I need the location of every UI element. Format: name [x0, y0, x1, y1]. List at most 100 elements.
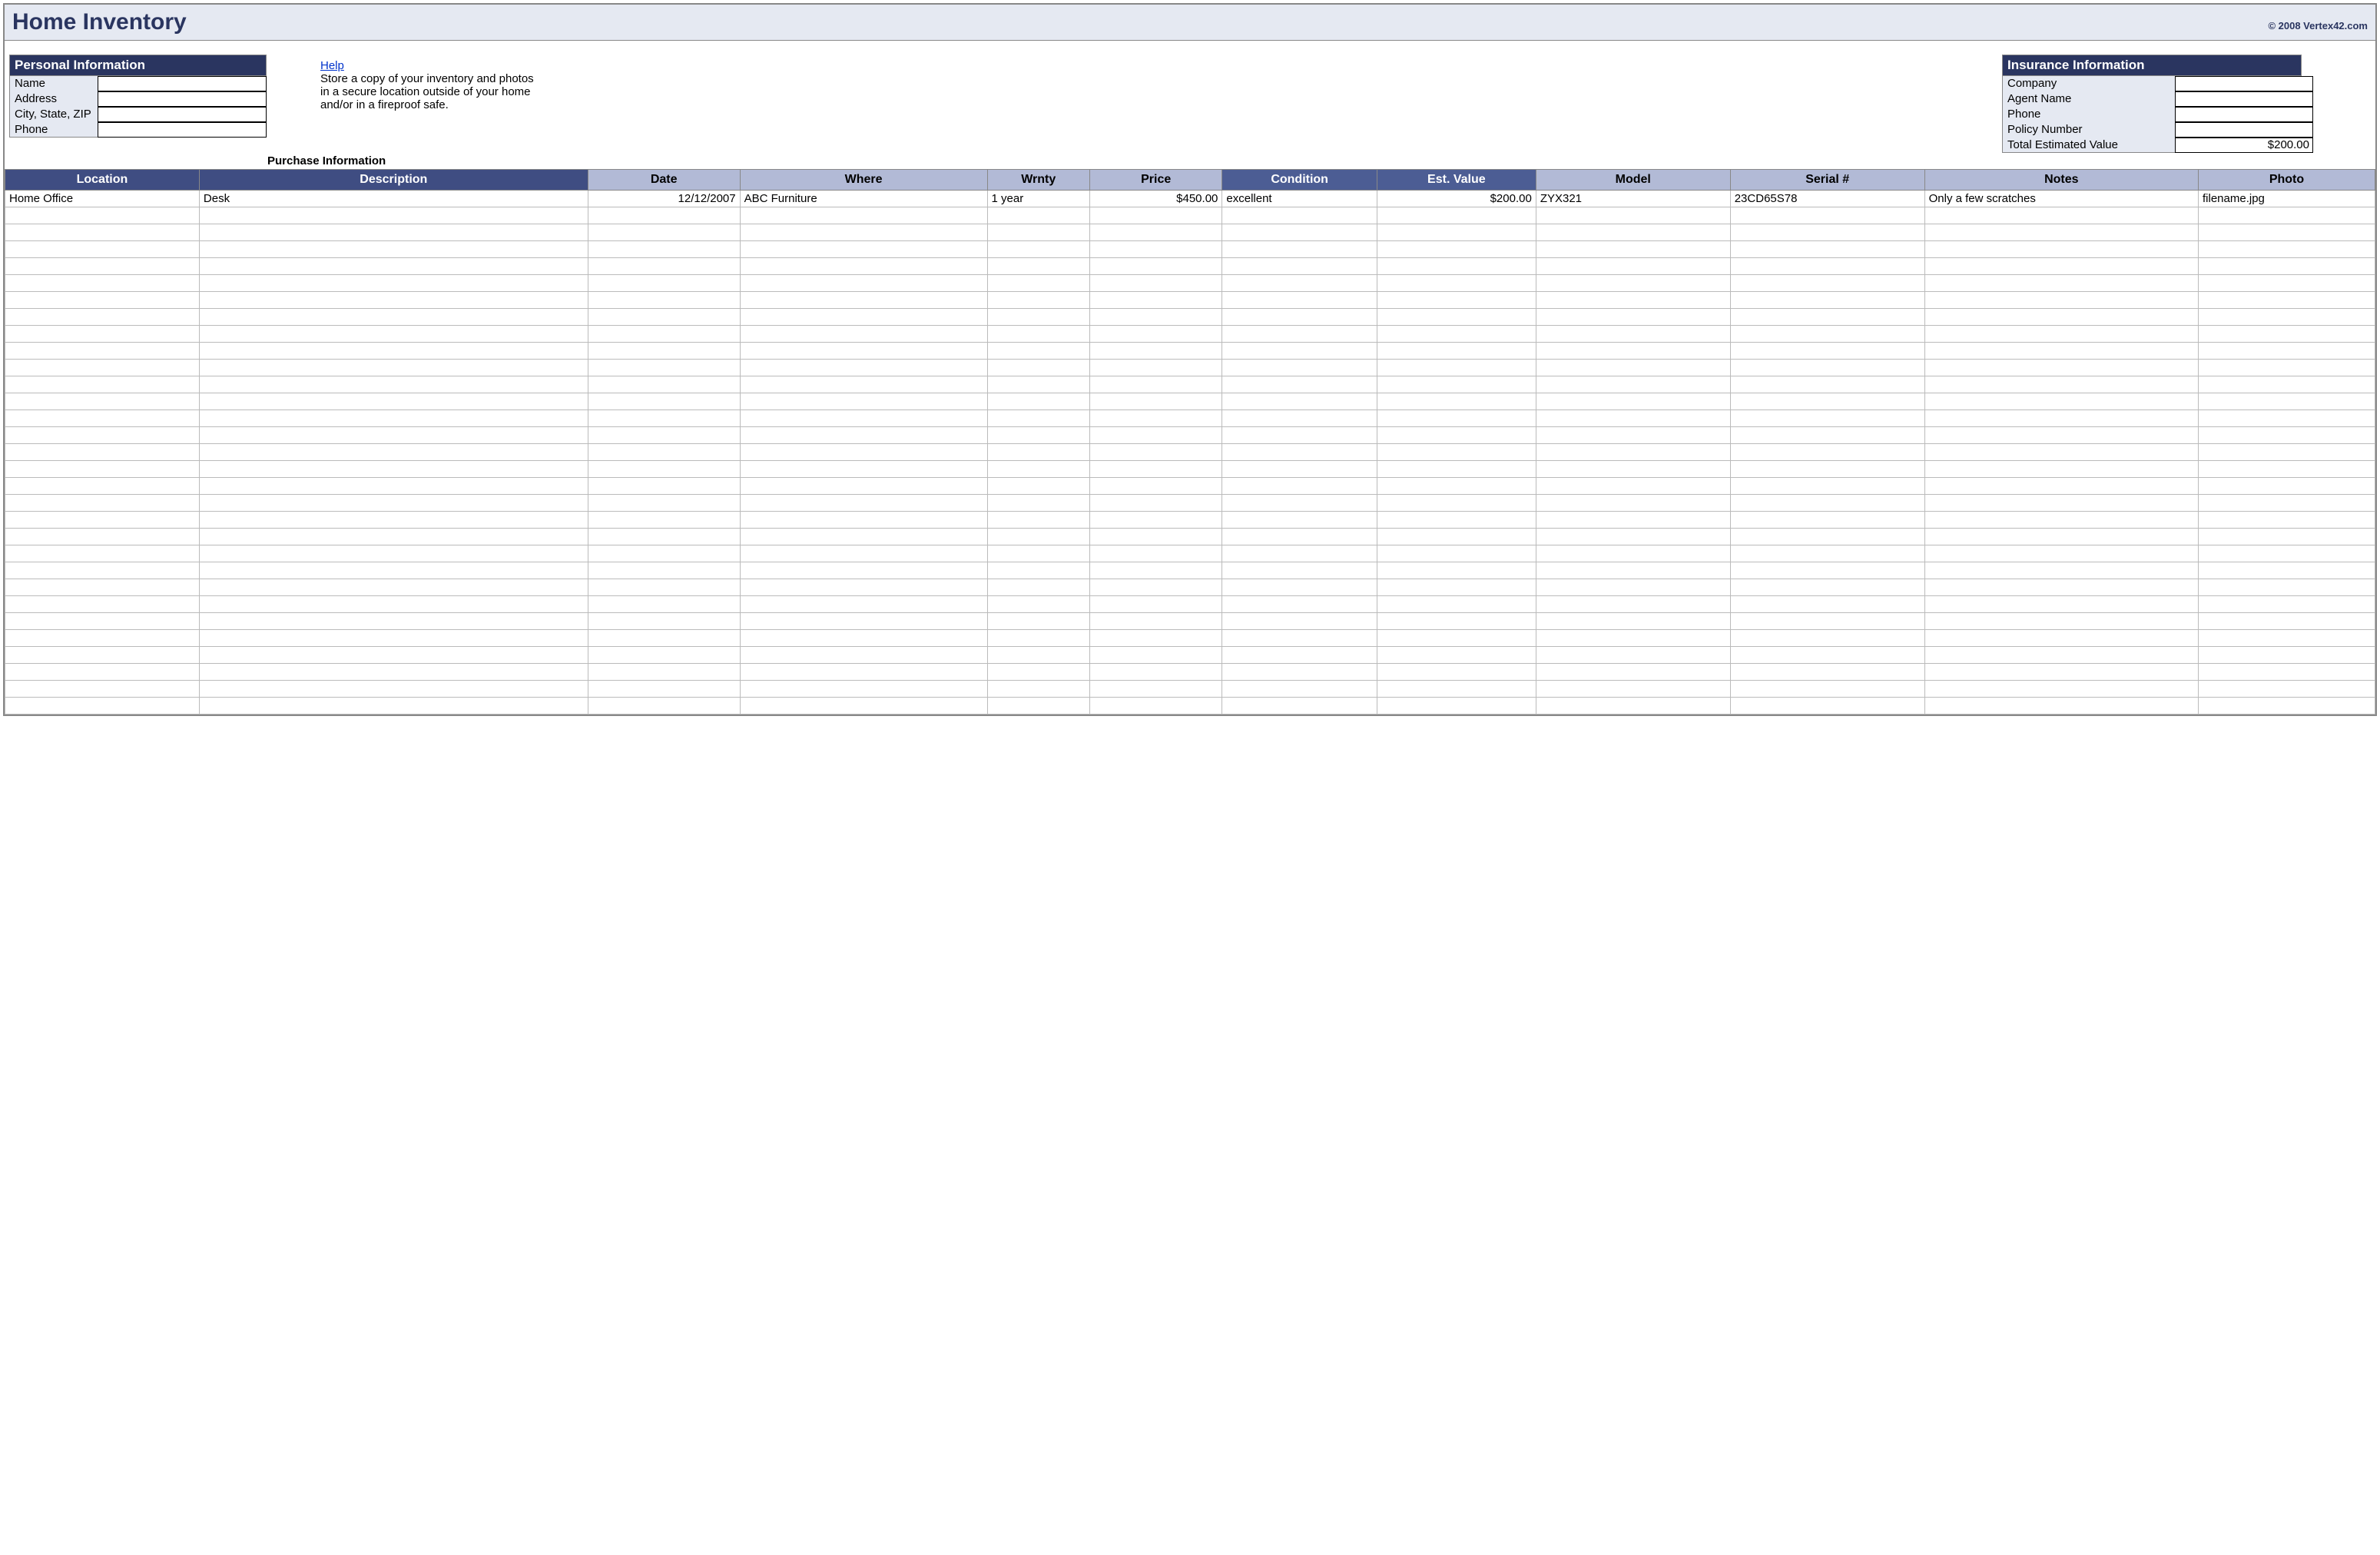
cell-wrnty[interactable]	[987, 343, 1089, 360]
cell-condition[interactable]	[1222, 376, 1377, 393]
cell-description[interactable]	[199, 241, 588, 258]
cell-model[interactable]	[1536, 309, 1730, 326]
cell-location[interactable]	[5, 427, 200, 444]
cell-date[interactable]	[588, 512, 740, 529]
cell-where[interactable]	[740, 681, 987, 698]
cell-serial[interactable]	[1730, 427, 1924, 444]
cell-wrnty[interactable]	[987, 224, 1089, 241]
cell-condition[interactable]	[1222, 613, 1377, 630]
cell-condition[interactable]	[1222, 529, 1377, 545]
cell-condition[interactable]	[1222, 343, 1377, 360]
cell-est_value[interactable]	[1377, 343, 1536, 360]
cell-where[interactable]	[740, 647, 987, 664]
cell-model[interactable]	[1536, 444, 1730, 461]
cell-date[interactable]	[588, 393, 740, 410]
cell-notes[interactable]	[1924, 343, 2198, 360]
cell-description[interactable]	[199, 698, 588, 715]
cell-serial[interactable]	[1730, 596, 1924, 613]
cell-description[interactable]	[199, 207, 588, 224]
cell-location[interactable]	[5, 224, 200, 241]
cell-photo[interactable]	[2199, 647, 2375, 664]
cell-price[interactable]	[1089, 427, 1221, 444]
cell-notes[interactable]	[1924, 647, 2198, 664]
cell-photo[interactable]	[2199, 360, 2375, 376]
cell-notes[interactable]	[1924, 529, 2198, 545]
cell-model[interactable]	[1536, 630, 1730, 647]
cell-date[interactable]	[588, 241, 740, 258]
cell-condition[interactable]	[1222, 275, 1377, 292]
cell-location[interactable]	[5, 613, 200, 630]
cell-price[interactable]	[1089, 224, 1221, 241]
cell-wrnty[interactable]	[987, 309, 1089, 326]
cell-price[interactable]	[1089, 613, 1221, 630]
cell-price[interactable]	[1089, 258, 1221, 275]
cell-photo[interactable]	[2199, 495, 2375, 512]
cell-model[interactable]	[1536, 647, 1730, 664]
cell-location[interactable]	[5, 326, 200, 343]
cell-description[interactable]	[199, 478, 588, 495]
cell-photo[interactable]	[2199, 545, 2375, 562]
cell-date[interactable]	[588, 529, 740, 545]
cell-est_value[interactable]	[1377, 444, 1536, 461]
cell-photo[interactable]	[2199, 613, 2375, 630]
cell-wrnty[interactable]	[987, 529, 1089, 545]
cell-est_value[interactable]	[1377, 360, 1536, 376]
cell-serial[interactable]	[1730, 309, 1924, 326]
cell-price[interactable]	[1089, 596, 1221, 613]
cell-date[interactable]	[588, 664, 740, 681]
cell-notes[interactable]	[1924, 630, 2198, 647]
cell-date[interactable]	[588, 224, 740, 241]
cell-notes[interactable]	[1924, 444, 2198, 461]
cell-est_value[interactable]	[1377, 545, 1536, 562]
cell-wrnty[interactable]	[987, 630, 1089, 647]
cell-photo[interactable]	[2199, 224, 2375, 241]
cell-est_value[interactable]	[1377, 512, 1536, 529]
cell-price[interactable]	[1089, 495, 1221, 512]
cell-notes[interactable]	[1924, 698, 2198, 715]
cell-est_value[interactable]	[1377, 410, 1536, 427]
cell-model[interactable]	[1536, 427, 1730, 444]
cell-notes[interactable]	[1924, 292, 2198, 309]
cell-description[interactable]	[199, 512, 588, 529]
cell-where[interactable]	[740, 664, 987, 681]
cell-where[interactable]: ABC Furniture	[740, 191, 987, 207]
cell-location[interactable]	[5, 376, 200, 393]
insurance-value-input[interactable]	[2175, 76, 2313, 91]
cell-date[interactable]	[588, 376, 740, 393]
cell-condition[interactable]	[1222, 309, 1377, 326]
cell-where[interactable]	[740, 207, 987, 224]
cell-price[interactable]	[1089, 529, 1221, 545]
cell-photo[interactable]	[2199, 427, 2375, 444]
cell-serial[interactable]	[1730, 241, 1924, 258]
cell-price[interactable]	[1089, 478, 1221, 495]
cell-photo[interactable]	[2199, 326, 2375, 343]
cell-condition[interactable]	[1222, 360, 1377, 376]
cell-description[interactable]	[199, 664, 588, 681]
cell-wrnty[interactable]	[987, 698, 1089, 715]
cell-est_value[interactable]	[1377, 207, 1536, 224]
cell-photo[interactable]	[2199, 207, 2375, 224]
cell-serial[interactable]	[1730, 545, 1924, 562]
cell-est_value[interactable]	[1377, 495, 1536, 512]
cell-notes[interactable]	[1924, 241, 2198, 258]
cell-condition[interactable]	[1222, 444, 1377, 461]
cell-model[interactable]	[1536, 241, 1730, 258]
insurance-value-input[interactable]	[2175, 122, 2313, 138]
cell-photo[interactable]	[2199, 410, 2375, 427]
cell-photo[interactable]	[2199, 258, 2375, 275]
cell-est_value[interactable]	[1377, 478, 1536, 495]
cell-photo[interactable]	[2199, 444, 2375, 461]
cell-notes[interactable]	[1924, 664, 2198, 681]
cell-price[interactable]	[1089, 241, 1221, 258]
cell-date[interactable]	[588, 427, 740, 444]
cell-est_value[interactable]	[1377, 579, 1536, 596]
cell-date[interactable]	[588, 698, 740, 715]
cell-photo[interactable]	[2199, 478, 2375, 495]
cell-serial[interactable]	[1730, 529, 1924, 545]
cell-model[interactable]	[1536, 461, 1730, 478]
cell-location[interactable]: Home Office	[5, 191, 200, 207]
cell-photo[interactable]	[2199, 275, 2375, 292]
cell-location[interactable]	[5, 478, 200, 495]
cell-model[interactable]	[1536, 360, 1730, 376]
cell-photo[interactable]	[2199, 579, 2375, 596]
